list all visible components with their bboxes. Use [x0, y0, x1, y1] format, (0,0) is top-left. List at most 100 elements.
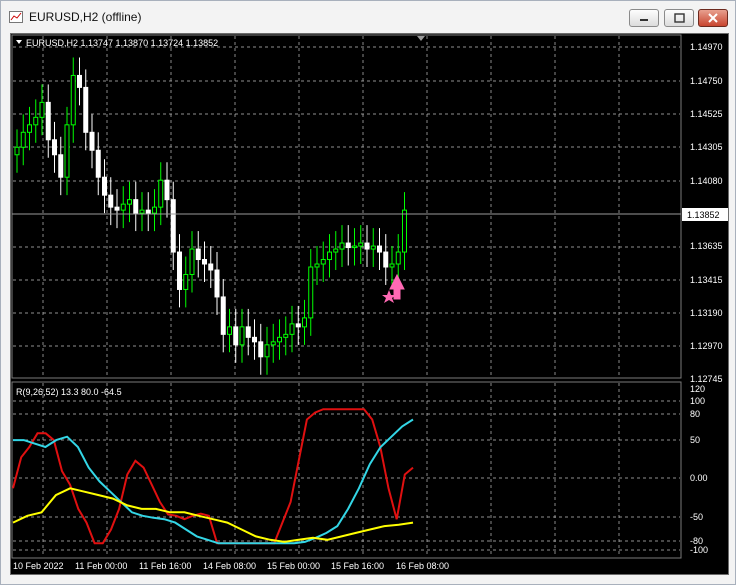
candle-body	[333, 248, 339, 253]
dropdown-triangle-icon[interactable]	[16, 40, 22, 44]
indicator-tick: 80	[690, 409, 700, 419]
chart-window-icon	[9, 11, 23, 23]
candles	[14, 57, 407, 375]
grid	[13, 36, 680, 557]
window-title: EURUSD,H2 (offline)	[29, 10, 142, 24]
candle-body	[120, 203, 126, 211]
candle-body	[102, 176, 107, 196]
candle-body	[27, 124, 32, 133]
minimize-button[interactable]	[629, 9, 659, 27]
candle-body	[133, 199, 139, 214]
candle-body	[233, 326, 239, 346]
price-tick: 1.14970	[690, 42, 723, 52]
indicator-tick: 100	[690, 396, 705, 406]
candle-body	[220, 296, 226, 335]
candle-body	[270, 341, 276, 346]
indicator-line-2	[13, 418, 414, 545]
indicator-tick: -100	[690, 545, 708, 555]
terminal-window: EURUSD,H2 (offline) EURUSD,H2 1.13747 1.…	[0, 0, 736, 585]
candle-body	[39, 101, 45, 118]
candle-body	[352, 245, 357, 249]
candle-body	[395, 251, 401, 265]
price-tick: 1.12970	[690, 341, 723, 351]
indicator-axis: 120 100 80 50 0.00 -50 -80 -100	[690, 384, 708, 555]
candle-body	[45, 101, 51, 141]
candle-body	[83, 86, 89, 133]
candle-body	[339, 242, 345, 250]
candle-body	[277, 336, 282, 343]
candle-body	[308, 266, 314, 319]
candle-body	[114, 206, 120, 211]
candle-body	[127, 199, 132, 205]
status-strip	[1, 575, 735, 584]
candle-body	[227, 326, 232, 335]
time-tick: 11 Feb 16:00	[139, 561, 191, 571]
price-tick: 1.14525	[690, 109, 723, 119]
candle-body	[345, 242, 351, 249]
time-tick: 15 Feb 16:00	[331, 561, 384, 571]
candle-body	[239, 326, 245, 346]
candle-body	[314, 263, 320, 268]
price-chart[interactable]: EURUSD,H2 1.13747 1.13870 1.13724 1.1385…	[11, 34, 728, 574]
candle-body	[77, 74, 82, 88]
symbol-info: EURUSD,H2 1.13747 1.13870 1.13724 1.1385…	[26, 38, 218, 48]
candle-body	[58, 154, 64, 178]
time-tick: 11 Feb 00:00	[75, 561, 127, 571]
candle-body	[95, 149, 101, 178]
indicator-lines	[12, 408, 414, 545]
candle-body	[183, 273, 189, 290]
candle-body	[89, 131, 95, 151]
price-tick: 1.14305	[690, 142, 723, 152]
candle-body	[383, 251, 389, 268]
current-price-label: 1.13852	[687, 210, 720, 220]
price-tick: 1.13415	[690, 275, 723, 285]
time-tick: 14 Feb 08:00	[203, 561, 256, 571]
candle-body	[389, 263, 395, 268]
candle-body	[14, 146, 20, 156]
shift-marker-icon	[417, 36, 425, 41]
candle-body	[245, 326, 251, 338]
indicator-label: R(9,26,52) 13.3 80.0 -64.5	[16, 387, 122, 397]
candle-body	[170, 199, 176, 253]
candle-body	[327, 251, 332, 261]
time-tick: 10 Feb 2022	[13, 561, 64, 571]
candle-body	[377, 245, 382, 253]
candle-body	[33, 116, 39, 126]
price-tick: 1.13190	[690, 308, 723, 318]
candle-body	[264, 344, 270, 358]
candle-body	[289, 323, 295, 335]
candle-body	[195, 248, 201, 261]
candle-body	[283, 333, 289, 338]
maximize-button[interactable]	[664, 9, 694, 27]
candle-body	[258, 341, 264, 358]
candle-body	[320, 259, 326, 265]
candle-body	[208, 263, 214, 271]
title-bar[interactable]: EURUSD,H2 (offline)	[1, 1, 735, 33]
time-tick: 15 Feb 00:00	[267, 561, 320, 571]
close-button[interactable]	[698, 9, 728, 27]
price-tick: 1.14750	[690, 76, 723, 86]
candle-body	[202, 259, 207, 265]
candle-body	[108, 194, 114, 208]
candle-body	[364, 242, 370, 250]
candle-body	[70, 74, 76, 126]
candle-body	[295, 323, 301, 328]
indicator-tick: 0.00	[690, 473, 708, 483]
candle-body	[252, 336, 257, 343]
candle-body	[139, 209, 145, 214]
candle-body	[20, 131, 26, 148]
candle-body	[64, 124, 70, 178]
price-tick: 1.13635	[690, 241, 723, 251]
price-tick: 1.14080	[690, 176, 723, 186]
price-tick: 1.12745	[690, 374, 723, 384]
candle-body	[145, 209, 151, 214]
indicator-tick: 50	[690, 435, 700, 445]
candle-body	[402, 209, 407, 253]
time-tick: 16 Feb 08:00	[396, 561, 449, 571]
chart-area[interactable]: EURUSD,H2 1.13747 1.13870 1.13724 1.1385…	[10, 33, 729, 575]
time-axis: 10 Feb 2022 11 Feb 00:00 11 Feb 16:00 14…	[13, 561, 449, 571]
indicator-tick: -50	[690, 512, 703, 522]
indicator-line-1	[12, 408, 414, 545]
candle-body	[358, 242, 364, 247]
candle-body	[164, 179, 170, 201]
